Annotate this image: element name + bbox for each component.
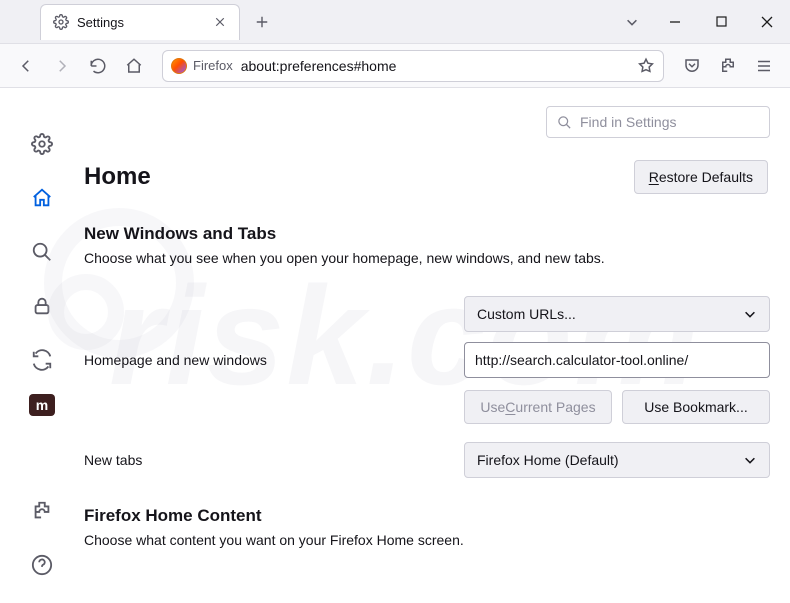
use-bookmark-button[interactable]: Use Bookmark... (622, 390, 770, 424)
homepage-mode-select[interactable]: Custom URLs... (464, 296, 770, 332)
page-title: Home (84, 163, 151, 191)
sidebar-item-m-ext[interactable]: m (29, 394, 55, 416)
bookmark-star-icon[interactable] (637, 57, 655, 75)
settings-sidebar: m (0, 88, 84, 603)
tab-title: Settings (77, 15, 203, 30)
site-identity[interactable]: Firefox (171, 58, 233, 74)
browser-tab[interactable]: Settings (40, 4, 240, 40)
homepage-url-input[interactable] (464, 342, 770, 378)
newtabs-label: New tabs (84, 452, 404, 468)
chevron-down-icon (743, 307, 757, 321)
settings-content: Home Restore Defaults New Windows and Ta… (84, 88, 790, 603)
navigation-toolbar: Firefox about:preferences#home (0, 44, 790, 88)
minimize-button[interactable] (652, 0, 698, 44)
use-current-pages-button[interactable]: Use Current Pages (464, 390, 612, 424)
sidebar-item-help[interactable] (22, 545, 62, 585)
search-icon (557, 115, 572, 130)
gear-icon (53, 14, 69, 30)
section-heading-windows-tabs: New Windows and Tabs (84, 224, 770, 244)
newtabs-value: Firefox Home (Default) (477, 452, 619, 468)
titlebar: Settings (0, 0, 790, 44)
reload-button[interactable] (82, 50, 114, 82)
url-bar[interactable]: Firefox about:preferences#home (162, 50, 664, 82)
new-tab-button[interactable] (246, 6, 278, 38)
forward-button[interactable] (46, 50, 78, 82)
homepage-label: Homepage and new windows (84, 352, 404, 368)
pocket-button[interactable] (676, 50, 708, 82)
section-desc-windows-tabs: Choose what you see when you open your h… (84, 250, 770, 266)
window-controls (652, 0, 790, 44)
identity-label: Firefox (193, 58, 233, 73)
home-button[interactable] (118, 50, 150, 82)
section-desc-home-content: Choose what content you want on your Fir… (84, 532, 770, 548)
homepage-mode-value: Custom URLs... (477, 306, 576, 322)
close-window-button[interactable] (744, 0, 790, 44)
chevron-down-icon (743, 453, 757, 467)
app-menu-button[interactable] (748, 50, 780, 82)
back-button[interactable] (10, 50, 42, 82)
firefox-icon (171, 58, 187, 74)
settings-search[interactable] (546, 106, 770, 138)
section-heading-home-content: Firefox Home Content (84, 506, 770, 526)
sidebar-item-home[interactable] (22, 178, 62, 218)
sidebar-item-privacy[interactable] (22, 286, 62, 326)
settings-page: risk.com m (0, 88, 790, 603)
close-tab-button[interactable] (211, 13, 229, 31)
url-text: about:preferences#home (241, 58, 397, 74)
newtabs-select[interactable]: Firefox Home (Default) (464, 442, 770, 478)
maximize-button[interactable] (698, 0, 744, 44)
sidebar-item-general[interactable] (22, 124, 62, 164)
restore-defaults-button[interactable]: Restore Defaults (634, 160, 768, 194)
settings-search-input[interactable] (580, 114, 759, 130)
extensions-button[interactable] (712, 50, 744, 82)
sidebar-item-sync[interactable] (22, 340, 62, 380)
sidebar-item-search[interactable] (22, 232, 62, 272)
sidebar-item-extensions[interactable] (22, 491, 62, 531)
tabs-dropdown-button[interactable] (616, 6, 648, 38)
